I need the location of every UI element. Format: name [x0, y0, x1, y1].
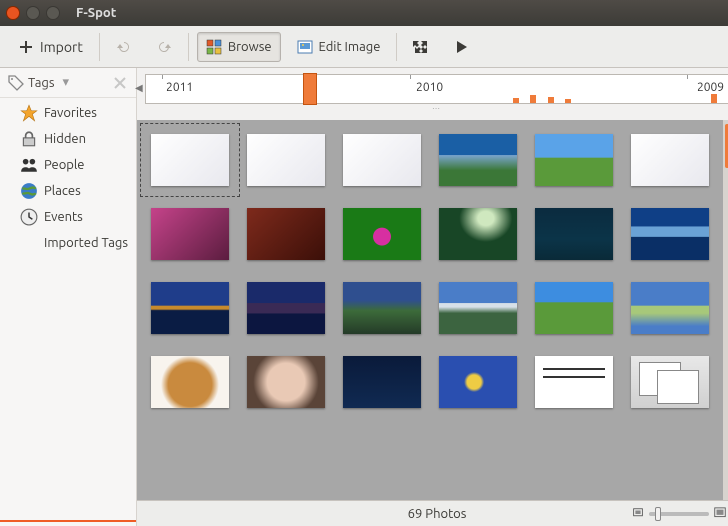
- photo-thumbnail[interactable]: [631, 134, 709, 186]
- sidebar-item-label: Places: [44, 184, 81, 198]
- rotate-left-icon: [116, 39, 132, 55]
- toolbar-separator: [396, 33, 397, 61]
- zoom-slider[interactable]: [649, 512, 709, 516]
- pane-splitter[interactable]: ⋯: [145, 104, 728, 114]
- photo-thumbnail[interactable]: [151, 282, 229, 334]
- sidebar-item-places[interactable]: Places: [0, 178, 136, 204]
- fullscreen-icon: [413, 39, 429, 55]
- photo-thumbnail[interactable]: [151, 134, 229, 186]
- photo-thumbnail[interactable]: [439, 282, 517, 334]
- sidebar-item-favorites[interactable]: Favorites: [0, 100, 136, 126]
- window-title: F-Spot: [76, 6, 116, 20]
- content-pane: ◀ ▶ 2011 2010 2009 ⋯: [137, 68, 728, 526]
- timeline[interactable]: 2011 2010 2009: [145, 74, 728, 104]
- thumbnail-grid: [151, 134, 709, 408]
- plus-icon: [18, 39, 34, 55]
- blank-icon: [20, 234, 38, 252]
- window-maximize-button[interactable]: [46, 6, 60, 20]
- remove-tag-icon[interactable]: [112, 75, 128, 91]
- people-icon: [20, 156, 38, 174]
- sidebar-item-imported-tags[interactable]: Imported Tags: [0, 230, 136, 256]
- status-bar: 69 Photos: [137, 500, 728, 526]
- chevron-down-icon: ▾: [63, 75, 70, 90]
- sidebar-item-hidden[interactable]: Hidden: [0, 126, 136, 152]
- photo-count-label: 69 Photos: [408, 507, 467, 521]
- tag-icon: [8, 75, 24, 91]
- zoom-in-icon[interactable]: [713, 507, 727, 521]
- slideshow-button[interactable]: [445, 32, 477, 62]
- photo-thumbnail[interactable]: [631, 356, 709, 408]
- import-button[interactable]: Import: [10, 32, 91, 62]
- rotate-right-button[interactable]: [148, 32, 180, 62]
- import-label: Import: [40, 39, 83, 55]
- photo-thumbnail[interactable]: [343, 356, 421, 408]
- photo-thumbnail[interactable]: [343, 134, 421, 186]
- photo-thumbnail[interactable]: [631, 208, 709, 260]
- photo-thumbnail[interactable]: [343, 208, 421, 260]
- photo-thumbnail[interactable]: [247, 208, 325, 260]
- main-toolbar: Import Browse Edit Image: [0, 26, 728, 68]
- edit-image-button[interactable]: Edit Image: [289, 32, 389, 62]
- sidebar-item-people[interactable]: People: [0, 152, 136, 178]
- zoom-out-icon[interactable]: [631, 507, 645, 521]
- photo-thumbnail[interactable]: [247, 356, 325, 408]
- photo-thumbnail[interactable]: [535, 282, 613, 334]
- lock-icon: [20, 130, 38, 148]
- window-titlebar: F-Spot: [0, 0, 728, 26]
- rotate-right-icon: [156, 39, 172, 55]
- sidebar-item-label: Events: [44, 210, 83, 224]
- play-icon: [453, 39, 469, 55]
- photo-thumbnail[interactable]: [439, 356, 517, 408]
- fullscreen-button[interactable]: [405, 32, 437, 62]
- grid-icon: [206, 39, 222, 55]
- globe-icon: [20, 182, 38, 200]
- photo-thumbnail[interactable]: [439, 208, 517, 260]
- sidebar-item-label: People: [44, 158, 84, 172]
- clock-icon: [20, 208, 38, 226]
- photo-thumbnail[interactable]: [631, 282, 709, 334]
- photo-thumbnail[interactable]: [151, 208, 229, 260]
- thumbnail-viewport: [137, 120, 728, 500]
- sidebar-item-label: Hidden: [44, 132, 86, 146]
- edit-label: Edit Image: [319, 40, 381, 54]
- photo-thumbnail[interactable]: [343, 282, 421, 334]
- sidebar: Tags ▾ Favorites Hidden People Places: [0, 68, 137, 526]
- thumbnail-scroll-area[interactable]: [137, 120, 723, 500]
- sidebar-header[interactable]: Tags ▾: [0, 68, 136, 98]
- zoom-control: [631, 507, 727, 521]
- zoom-slider-knob[interactable]: [655, 507, 661, 521]
- star-icon: [20, 104, 38, 122]
- photo-thumbnail[interactable]: [247, 282, 325, 334]
- photo-thumbnail[interactable]: [535, 356, 613, 408]
- browse-mode-button[interactable]: Browse: [197, 32, 281, 62]
- sidebar-item-label: Imported Tags: [44, 236, 128, 250]
- toolbar-separator: [188, 33, 189, 61]
- main-area: Tags ▾ Favorites Hidden People Places: [0, 68, 728, 526]
- window-close-button[interactable]: [6, 6, 20, 20]
- vertical-scrollbar[interactable]: [723, 120, 728, 500]
- timeline-area: ◀ ▶ 2011 2010 2009 ⋯: [137, 68, 728, 120]
- photo-thumbnail[interactable]: [247, 134, 325, 186]
- sidebar-accent-strip: [0, 520, 136, 526]
- image-icon: [297, 39, 313, 55]
- timeline-bars: [146, 93, 728, 103]
- photo-thumbnail[interactable]: [151, 356, 229, 408]
- browse-label: Browse: [228, 40, 272, 54]
- tag-list: Favorites Hidden People Places Events Im…: [0, 98, 136, 520]
- photo-thumbnail[interactable]: [535, 134, 613, 186]
- photo-thumbnail[interactable]: [439, 134, 517, 186]
- sidebar-item-events[interactable]: Events: [0, 204, 136, 230]
- rotate-left-button[interactable]: [108, 32, 140, 62]
- photo-thumbnail[interactable]: [535, 208, 613, 260]
- sidebar-item-label: Favorites: [44, 106, 97, 120]
- window-minimize-button[interactable]: [26, 6, 40, 20]
- toolbar-separator: [99, 33, 100, 61]
- sidebar-header-label: Tags: [28, 76, 55, 90]
- timeline-scroll-left[interactable]: ◀: [135, 82, 143, 94]
